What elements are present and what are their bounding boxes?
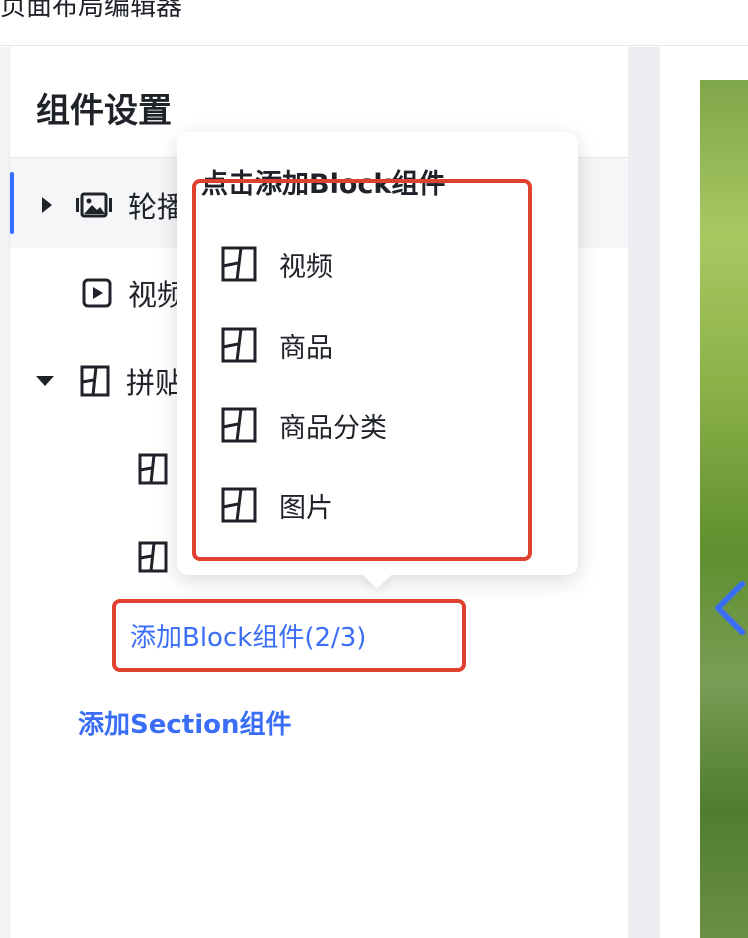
- layout-icon: [221, 327, 257, 363]
- popover-item-product-category[interactable]: 商品分类: [221, 405, 387, 445]
- breadcrumb: 页面布局编辑器: [0, 0, 183, 22]
- popover-item-label: 商品: [279, 332, 333, 364]
- preview-canvas: [660, 80, 748, 938]
- left-edge-strip: [0, 47, 10, 938]
- tree-child-block-2[interactable]: [138, 533, 168, 581]
- popover-item-video[interactable]: 视频: [221, 244, 333, 284]
- layout-icon: [221, 407, 257, 443]
- popover-item-label: 图片: [279, 492, 333, 524]
- add-section-link[interactable]: 添加Section组件: [78, 704, 292, 741]
- image-icon: [76, 192, 112, 218]
- collapse-caret-icon[interactable]: [36, 376, 54, 386]
- add-block-popover: 点击添加Block组件 视频 商品 商品分类 图片: [177, 132, 578, 590]
- layout-icon: [138, 541, 168, 573]
- add-block-link[interactable]: 添加Block组件(2/3): [130, 617, 366, 654]
- panel-title: 组件设置: [36, 91, 172, 131]
- tree-child-block-1[interactable]: [138, 445, 168, 493]
- popover-item-label: 商品分类: [279, 412, 387, 444]
- canvas-gutter: [628, 47, 660, 938]
- play-icon: [82, 278, 112, 308]
- layout-icon: [80, 365, 110, 397]
- expand-caret-icon[interactable]: [42, 197, 52, 213]
- popover-item-label: 视频: [279, 251, 333, 283]
- popover-title: 点击添加Block组件: [201, 169, 446, 200]
- popover-item-image[interactable]: 图片: [221, 485, 333, 525]
- top-bar: 页面布局编辑器: [0, 0, 748, 46]
- selection-indicator: [10, 172, 14, 234]
- tree-item-collage[interactable]: 拼贴: [36, 357, 184, 405]
- popover-item-product[interactable]: 商品: [221, 325, 333, 365]
- carousel-preview-image: [700, 80, 748, 938]
- layout-icon: [138, 453, 168, 485]
- tree-item-video[interactable]: 视频: [82, 269, 186, 317]
- layout-icon: [221, 487, 257, 523]
- tree-item-label: 拼贴: [126, 366, 185, 400]
- layout-icon: [221, 246, 257, 282]
